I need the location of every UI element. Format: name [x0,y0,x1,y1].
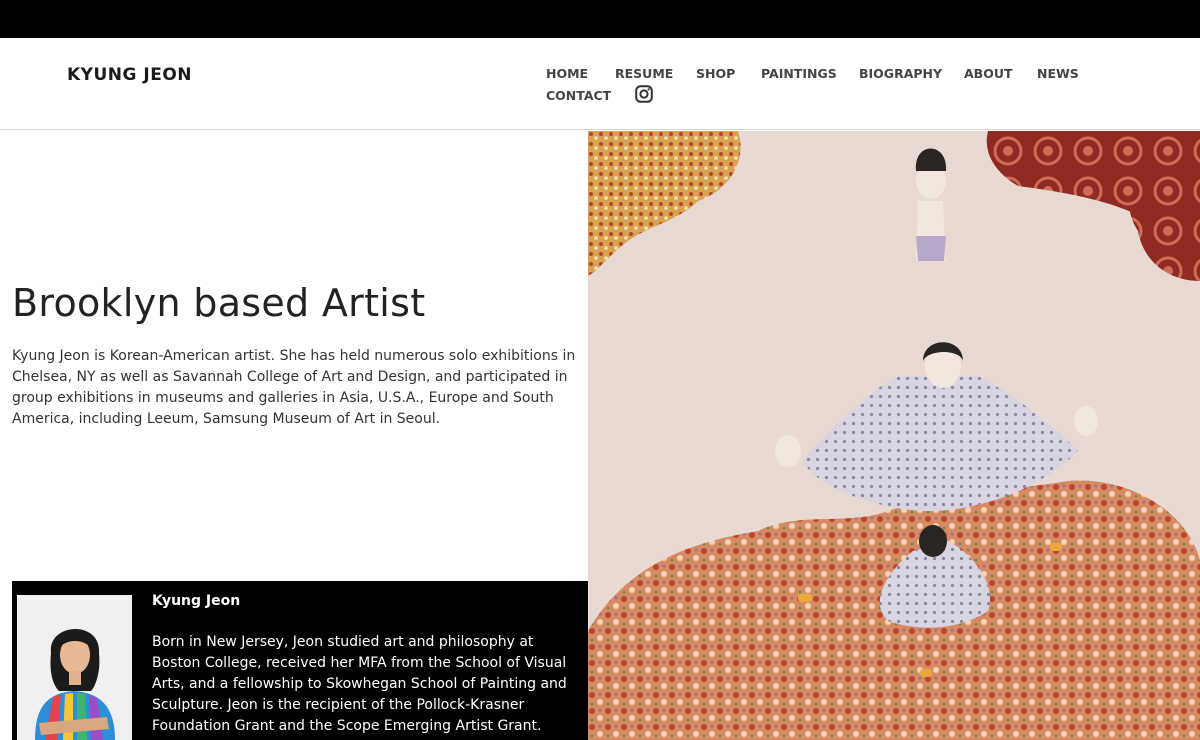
bio-card: Kyung Jeon Born in New Jersey, Jeon stud… [12,581,588,740]
bio-name: Kyung Jeon [152,593,241,609]
site-header: KYUNG JEON HOME RESUME SHOP PAINTINGS BI… [0,38,1200,130]
nav-shop[interactable]: SHOP [696,66,735,81]
instagram-icon[interactable] [635,85,653,103]
nav-news[interactable]: NEWS [1037,66,1079,81]
nav-paintings[interactable]: PAINTINGS [761,66,837,81]
artist-portrait-photo [17,595,132,740]
bio-text: Born in New Jersey, Jeon studied art and… [152,634,567,734]
nav-resume[interactable]: RESUME [615,66,673,81]
nav-contact[interactable]: CONTACT [546,88,611,103]
featured-painting-image [588,131,1200,740]
nav-biography[interactable]: BIOGRAPHY [859,66,942,81]
nav-about[interactable]: ABOUT [964,66,1013,81]
top-black-bar [0,0,1200,38]
nav-home[interactable]: HOME [546,66,588,81]
hero-headline: Brooklyn based Artist [12,281,426,325]
site-logo[interactable]: KYUNG JEON [67,65,192,85]
hero-intro-text: Kyung Jeon is Korean-American artist. Sh… [12,348,576,427]
